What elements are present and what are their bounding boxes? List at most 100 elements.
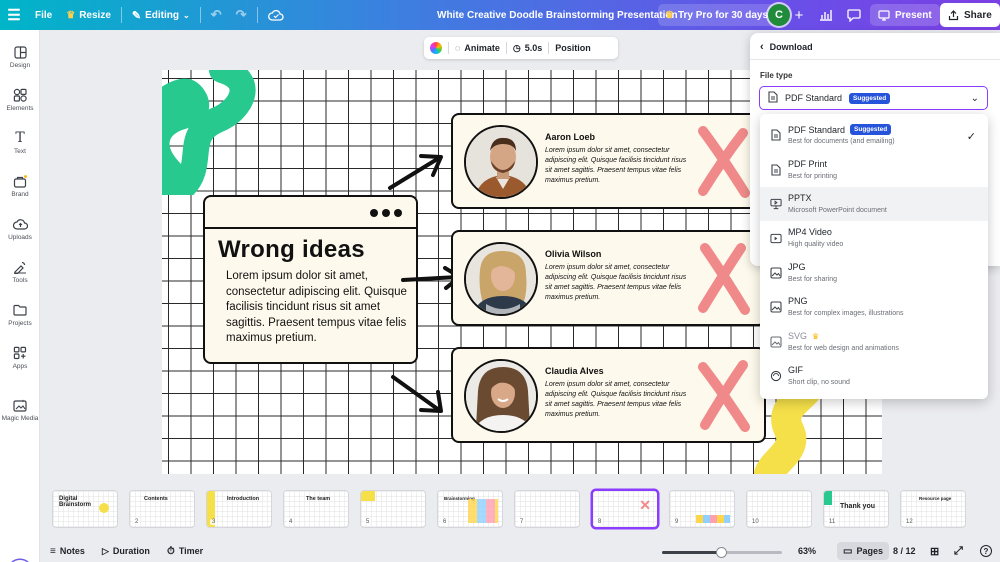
sidebar-item-tools[interactable]: Tools bbox=[0, 260, 40, 284]
animate-button[interactable]: ◌ Animate bbox=[449, 37, 506, 59]
resize-button[interactable]: ♛ Resize bbox=[59, 0, 118, 30]
file-type-option-gif[interactable]: GIF Short clip, no sound bbox=[760, 359, 988, 393]
sidebar-item-text[interactable]: T Text bbox=[0, 130, 40, 155]
add-collaborator-icon[interactable]: + bbox=[788, 4, 810, 26]
image-icon bbox=[770, 266, 782, 280]
file-type-option-mp4-video[interactable]: MP4 Video High quality video bbox=[760, 221, 988, 255]
cloud-save-icon[interactable] bbox=[261, 0, 291, 30]
try-pro-button[interactable]: ♛ Try Pro for 30 days bbox=[658, 4, 776, 26]
present-label: Present bbox=[895, 9, 932, 21]
divider bbox=[750, 59, 1000, 60]
present-button[interactable]: Present bbox=[870, 4, 940, 26]
page-thumbnail[interactable]: Thank you 11 bbox=[823, 490, 889, 528]
position-button[interactable]: Position bbox=[549, 37, 597, 59]
chevron-down-icon: ⌄ bbox=[183, 10, 190, 20]
team-member-card[interactable]: Claudia Alves Lorem ipsum dolor sit amet… bbox=[451, 347, 766, 443]
zoom-slider-handle[interactable] bbox=[716, 547, 727, 558]
zoom-level[interactable]: 63% bbox=[798, 544, 816, 558]
team-member-description[interactable]: Lorem ipsum dolor sit amet, consectetur … bbox=[545, 263, 690, 303]
page-thumbnail[interactable]: Brainstorming 6 bbox=[437, 490, 503, 528]
page-thumbnail[interactable]: 9 bbox=[669, 490, 735, 528]
option-name: PDF Standard bbox=[788, 124, 846, 135]
image-icon bbox=[770, 335, 782, 349]
page-thumbnail-current[interactable]: ✕ 8 bbox=[592, 490, 658, 528]
sidebar-item-magic-media[interactable]: Magic Media bbox=[0, 398, 40, 422]
file-type-option-pptx[interactable]: PPTX Microsoft PowerPoint document bbox=[760, 187, 988, 221]
team-member-name[interactable]: Claudia Alves bbox=[545, 366, 604, 376]
team-member-card[interactable]: Olivia Wilson Lorem ipsum dolor sit amet… bbox=[451, 230, 766, 326]
zoom-slider[interactable] bbox=[662, 547, 782, 558]
yellow-shape bbox=[361, 491, 375, 501]
team-member-description[interactable]: Lorem ipsum dolor sit amet, consectetur … bbox=[545, 380, 690, 420]
pages-button[interactable]: ▭ Pages bbox=[837, 542, 889, 560]
share-icon bbox=[948, 9, 959, 20]
duration-button[interactable]: ◷ 5.0s bbox=[507, 37, 548, 59]
thumbnail-number: 6 bbox=[441, 519, 449, 525]
avatar[interactable]: C bbox=[768, 4, 790, 26]
document-title[interactable]: White Creative Doodle Brainstorming Pres… bbox=[437, 0, 678, 30]
red-x-icon bbox=[698, 126, 750, 198]
file-type-selected: PDF Standard bbox=[785, 93, 843, 103]
sidebar-item-brand[interactable]: Brand bbox=[0, 174, 40, 198]
option-description: Best for documents (and emailing) bbox=[788, 138, 895, 145]
share-button[interactable]: Share bbox=[940, 3, 1000, 27]
notes-button[interactable]: ≡ Notes bbox=[50, 544, 85, 558]
sidebar-item-elements[interactable]: Elements bbox=[0, 88, 40, 112]
sidebar-item-label: Apps bbox=[12, 363, 28, 370]
grid-view-icon[interactable]: ⊞ bbox=[930, 544, 939, 558]
page-thumbnail[interactable]: The team 4 bbox=[283, 490, 349, 528]
download-back-button[interactable]: ‹ Download bbox=[760, 41, 813, 53]
file-type-option-png[interactable]: PNG Best for complex images, illustratio… bbox=[760, 290, 988, 324]
team-member-description[interactable]: Lorem ipsum dolor sit amet, consectetur … bbox=[545, 146, 690, 186]
file-type-select[interactable]: PDF Standard Suggested ⌄ bbox=[759, 86, 988, 110]
option-name: PPTX bbox=[788, 193, 812, 203]
page-thumbnail[interactable]: 5 bbox=[360, 490, 426, 528]
color-picker-button[interactable] bbox=[424, 37, 448, 59]
timer-button[interactable]: ⏱ Timer bbox=[167, 544, 203, 558]
redo-button[interactable]: ↷ bbox=[229, 0, 254, 30]
wrong-ideas-card[interactable]: Wrong ideas Lorem ipsum dolor sit amet, … bbox=[203, 195, 418, 364]
comment-icon[interactable] bbox=[843, 4, 865, 26]
team-member-card[interactable]: Aaron Loeb Lorem ipsum dolor sit amet, c… bbox=[451, 113, 766, 209]
team-member-name[interactable]: Olivia Wilson bbox=[545, 249, 601, 259]
sidebar-item-design[interactable]: Design bbox=[0, 45, 40, 69]
page-thumbnail[interactable]: Digital Brainstorm bbox=[52, 490, 118, 528]
thumbnail-number: 2 bbox=[133, 519, 141, 525]
help-icon[interactable]: ? bbox=[980, 544, 992, 558]
notes-icon: ≡ bbox=[50, 545, 56, 557]
divider bbox=[199, 7, 201, 23]
timer-label: Timer bbox=[178, 546, 204, 556]
sidebar-item-projects[interactable]: Projects bbox=[0, 303, 40, 327]
page-thumbnail[interactable]: Resource page 12 bbox=[900, 490, 966, 528]
page-thumbnail[interactable]: 10 bbox=[746, 490, 812, 528]
card-title-bar bbox=[205, 197, 416, 229]
option-description: Short clip, no sound bbox=[788, 379, 850, 386]
menu-icon[interactable]: ☰ bbox=[0, 0, 28, 30]
thumbnail-number: 11 bbox=[827, 519, 838, 525]
team-member-name[interactable]: Aaron Loeb bbox=[545, 132, 595, 142]
slide-body-text[interactable]: Lorem ipsum dolor sit amet, consectetur … bbox=[226, 269, 416, 347]
page-thumbnail[interactable]: 7 bbox=[514, 490, 580, 528]
file-type-option-pdf-standard[interactable]: PDF Standard Suggested Best for documents… bbox=[760, 118, 988, 152]
brand-icon bbox=[12, 174, 28, 188]
text-icon: T bbox=[15, 130, 25, 146]
editing-mode-button[interactable]: ✎ Editing ⌄ bbox=[125, 0, 197, 30]
file-type-option-pdf-print[interactable]: PDF Print Best for printing bbox=[760, 153, 988, 187]
pdf-doc-icon bbox=[768, 91, 778, 105]
sidebar-item-apps[interactable]: Apps bbox=[0, 346, 40, 370]
insights-icon[interactable] bbox=[815, 4, 837, 26]
arrow-icon bbox=[391, 375, 443, 413]
undo-button[interactable]: ↶ bbox=[204, 0, 229, 30]
duration-button[interactable]: ▷ Duration bbox=[102, 544, 150, 558]
sidebar-item-uploads[interactable]: Uploads bbox=[0, 217, 40, 241]
page-thumbnail[interactable]: Introduction 3 bbox=[206, 490, 272, 528]
option-name: MP4 Video bbox=[788, 227, 832, 237]
fullscreen-icon[interactable]: ⤢ bbox=[954, 544, 963, 558]
slide-heading[interactable]: Wrong ideas bbox=[218, 236, 365, 264]
thumbnail-title: Thank you bbox=[840, 503, 876, 510]
file-menu[interactable]: File bbox=[28, 0, 59, 30]
crown-icon: ♛ bbox=[66, 9, 76, 21]
file-type-option-jpg[interactable]: JPG Best for sharing bbox=[760, 256, 988, 290]
page-thumbnail[interactable]: Contents 2 bbox=[129, 490, 195, 528]
file-type-option-svg[interactable]: SVG ♛ Best for web design and animations bbox=[760, 325, 988, 359]
